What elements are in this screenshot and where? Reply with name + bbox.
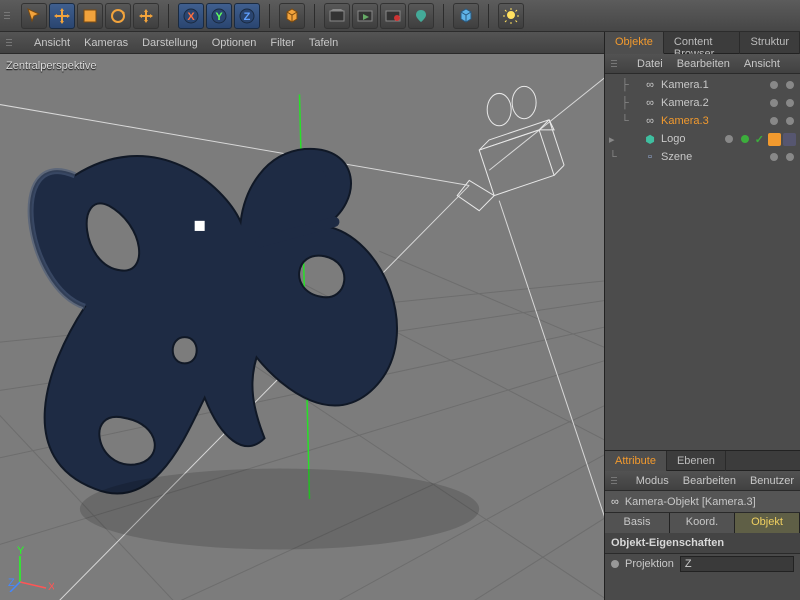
axis-y-button[interactable]: Y xyxy=(206,3,232,29)
objects-menubar: Datei Bearbeiten Ansicht xyxy=(605,54,800,74)
tree-label: Szene xyxy=(661,151,764,163)
viewport-label: Zentralperspektive xyxy=(6,60,97,72)
visibility-dot[interactable] xyxy=(786,81,794,89)
tab-content-browser[interactable]: Content Browser xyxy=(664,32,741,54)
tree-branch-icon: └ xyxy=(609,115,639,127)
attr-menu-benutzer[interactable]: Benutzer xyxy=(750,475,794,487)
tree-row-logo[interactable]: ▸ ⬢ Logo ✓ xyxy=(605,130,800,148)
viewport-menu-optionen[interactable]: Optionen xyxy=(212,37,257,49)
object-type-icon: ⬢ xyxy=(643,133,657,146)
attr-subtabs: Basis Koord. Objekt xyxy=(605,513,800,533)
visibility-dot[interactable] xyxy=(770,99,778,107)
tree-label: Kamera.3 xyxy=(661,115,764,127)
attr-row-projektion: Projektion Z xyxy=(605,554,800,574)
attr-menu-bearbeiten[interactable]: Bearbeiten xyxy=(683,475,736,487)
object-type-icon: ∞ xyxy=(643,115,657,127)
axis-x-button[interactable]: X xyxy=(178,3,204,29)
attr-section-title: Objekt-Eigenschaften xyxy=(605,533,800,554)
svg-text:X: X xyxy=(187,11,195,23)
viewport-menu-darstellung[interactable]: Darstellung xyxy=(142,37,198,49)
visibility-dot[interactable] xyxy=(725,135,733,143)
tree-label: Logo xyxy=(661,133,719,145)
visibility-dot[interactable] xyxy=(770,153,778,161)
local-tool-button[interactable] xyxy=(133,3,159,29)
tree-label: Kamera.2 xyxy=(661,97,764,109)
tree-row-szene[interactable]: └ ▫ Szene xyxy=(605,148,800,166)
axis-gizmo: Y X Z xyxy=(8,546,54,592)
object-type-icon: ∞ xyxy=(643,97,657,109)
attr-menu-modus[interactable]: Modus xyxy=(636,475,669,487)
viewport-menu-filter[interactable]: Filter xyxy=(270,37,294,49)
tree-branch-icon: ├ xyxy=(609,79,639,91)
scene-render xyxy=(0,54,604,600)
tree-branch-icon: ▸ xyxy=(609,133,639,146)
attr-object-title: Kamera-Objekt [Kamera.3] xyxy=(625,496,756,508)
scale-tool-button[interactable] xyxy=(77,3,103,29)
move-tool-button[interactable] xyxy=(49,3,75,29)
tab-struktur[interactable]: Struktur xyxy=(740,32,800,54)
render-queue-button[interactable] xyxy=(408,3,434,29)
svg-text:X: X xyxy=(48,581,54,592)
tree-row-kamera-3[interactable]: └ ∞ Kamera.3 xyxy=(605,112,800,130)
object-type-icon: ▫ xyxy=(643,151,657,163)
tree-row-kamera-2[interactable]: ├ ∞ Kamera.2 xyxy=(605,94,800,112)
svg-text:Y: Y xyxy=(215,11,223,23)
toolbar-grip[interactable] xyxy=(4,2,12,30)
visibility-dot[interactable] xyxy=(786,99,794,107)
coord-system-button[interactable] xyxy=(279,3,305,29)
visibility-dot[interactable] xyxy=(786,117,794,125)
viewport-menu-ansicht[interactable]: Ansicht xyxy=(34,37,70,49)
attr-panel-tabs: Attribute Ebenen xyxy=(605,451,800,471)
light-button[interactable] xyxy=(498,3,524,29)
enable-check-icon[interactable]: ✓ xyxy=(755,133,764,146)
render-view-button[interactable] xyxy=(324,3,350,29)
render-settings-button[interactable] xyxy=(380,3,406,29)
objects-menu-datei[interactable]: Datei xyxy=(637,58,663,70)
attr-subtab-koord[interactable]: Koord. xyxy=(670,513,735,533)
main-toolbar: X Y Z xyxy=(0,0,800,32)
attr-subtab-basis[interactable]: Basis xyxy=(605,513,670,533)
objects-menu-ansicht[interactable]: Ansicht xyxy=(744,58,780,70)
svg-text:Z: Z xyxy=(244,11,251,23)
primitive-button[interactable] xyxy=(453,3,479,29)
visibility-dot[interactable] xyxy=(741,135,749,143)
objects-menu-bearbeiten[interactable]: Bearbeiten xyxy=(677,58,730,70)
visibility-dot[interactable] xyxy=(786,153,794,161)
tree-label: Kamera.1 xyxy=(661,79,764,91)
tree-branch-icon: ├ xyxy=(609,97,639,109)
axis-z-button[interactable]: Z xyxy=(234,3,260,29)
render-region-button[interactable] xyxy=(352,3,378,29)
svg-text:Y: Y xyxy=(17,546,25,557)
viewport-3d[interactable]: Zentralperspektive xyxy=(0,54,604,600)
object-tree[interactable]: ├ ∞ Kamera.1 ├ ∞ Kamera.2 └ ∞ Kamera.3 ▸ ⬢ Logo ✓ └ ▫ S… xyxy=(605,74,800,450)
cursor-tool-button[interactable] xyxy=(21,3,47,29)
viewport-menubar-grip[interactable] xyxy=(6,29,14,57)
attr-menubar: Modus Bearbeiten Benutzer xyxy=(605,471,800,491)
viewport-menu-kameras[interactable]: Kameras xyxy=(84,37,128,49)
viewport-menu-tafeln[interactable]: Tafeln xyxy=(309,37,338,49)
attr-bullet-icon xyxy=(611,560,619,568)
attr-object-header: ∞ Kamera-Objekt [Kamera.3] xyxy=(605,491,800,513)
attr-subtab-objekt[interactable]: Objekt xyxy=(735,513,800,533)
visibility-dot[interactable] xyxy=(770,81,778,89)
tab-ebenen[interactable]: Ebenen xyxy=(667,451,726,473)
attr-field-projektion[interactable]: Z xyxy=(680,556,794,572)
tree-branch-icon: └ xyxy=(609,151,639,163)
rotate-tool-button[interactable] xyxy=(105,3,131,29)
object-type-icon: ∞ xyxy=(643,79,657,91)
tag-icons[interactable] xyxy=(768,133,796,146)
viewport-menubar: Ansicht Kameras Darstellung Optionen Fil… xyxy=(0,32,604,54)
attr-label-projektion: Projektion xyxy=(625,558,674,570)
svg-text:Z: Z xyxy=(8,577,15,589)
camera-icon: ∞ xyxy=(611,496,619,508)
right-panel-tabs: Objekte Content Browser Struktur xyxy=(605,32,800,54)
tree-row-kamera-1[interactable]: ├ ∞ Kamera.1 xyxy=(605,76,800,94)
visibility-dot[interactable] xyxy=(770,117,778,125)
